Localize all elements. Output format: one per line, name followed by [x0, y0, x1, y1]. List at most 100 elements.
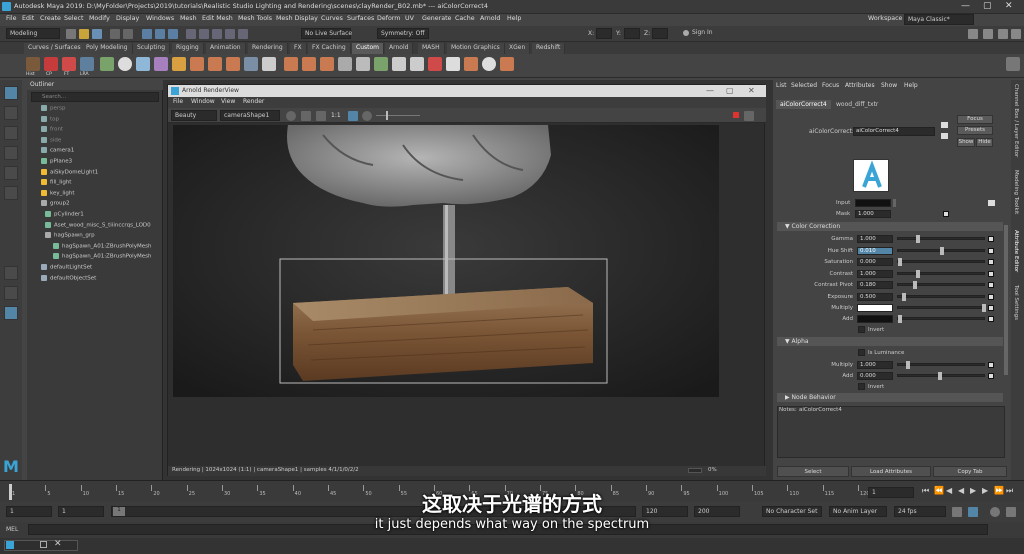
outliner-item[interactable]: key_light: [41, 189, 75, 196]
shelf-tool-4-icon[interactable]: [190, 57, 204, 71]
outliner-item[interactable]: hagSpawn_grp: [45, 232, 95, 239]
select-tool-icon[interactable]: [4, 86, 18, 100]
outliner-menu[interactable]: Outliner: [27, 80, 163, 90]
scale-tool-icon[interactable]: [4, 186, 18, 200]
rotate-tool-icon[interactable]: [4, 166, 18, 180]
crop-icon[interactable]: [301, 111, 311, 121]
side-tab-tool-settings[interactable]: Tool Settings: [1013, 285, 1019, 320]
attr-tab-aicolorcorrect4[interactable]: aiColorCorrect4: [776, 100, 831, 109]
attribute-editor-toggle-icon[interactable]: [998, 29, 1008, 39]
shelf-tab-rendering[interactable]: Rendering: [248, 43, 288, 54]
outliner-item[interactable]: pPlane3: [41, 158, 72, 165]
shelf-tab-curves-surfaces[interactable]: Curves / Surfaces: [24, 43, 86, 54]
z-field[interactable]: [652, 28, 668, 39]
workspace-dropdown[interactable]: Maya Classic*: [904, 14, 974, 25]
stop-render-icon[interactable]: [733, 112, 739, 118]
rv-menu-render[interactable]: Render: [243, 98, 264, 105]
cc-field-slider[interactable]: [897, 281, 985, 290]
shelf-tab-redshift[interactable]: Redshift: [532, 43, 566, 54]
layout-four-icon[interactable]: [4, 286, 18, 300]
cc-field-map-icon[interactable]: [988, 236, 994, 242]
is-luminance-checkbox[interactable]: [858, 349, 865, 356]
shelf-tab-fx[interactable]: FX: [290, 43, 307, 54]
shelf-tool-13-icon[interactable]: [356, 57, 370, 71]
fit-icon[interactable]: [316, 111, 326, 121]
outliner-item[interactable]: pCylinder1: [45, 211, 84, 218]
outliner-item[interactable]: group2: [41, 200, 69, 207]
outliner-item[interactable]: hagSpawn_A01:ZBrushPolyMesh: [53, 253, 151, 260]
menu-create[interactable]: Create: [40, 15, 61, 22]
alpha-add-field[interactable]: 0.000: [857, 372, 893, 380]
shelf-tool-15-icon[interactable]: [392, 57, 406, 71]
multiply-slider-knob[interactable]: [982, 304, 986, 312]
cc-field-slider[interactable]: [897, 235, 985, 243]
select-object-icon[interactable]: [155, 29, 165, 39]
close-icon[interactable]: ✕: [1005, 1, 1013, 11]
outliner-item[interactable]: defaultLightSet: [41, 264, 92, 271]
snap-grid-icon[interactable]: [186, 29, 196, 39]
refresh-render-icon[interactable]: [286, 111, 296, 121]
cc-field-input[interactable]: 1.000: [857, 235, 893, 243]
redo-icon[interactable]: [123, 29, 133, 39]
alpha-add-slider-knob[interactable]: [938, 372, 942, 380]
cc-field-input[interactable]: 1.000: [857, 269, 893, 278]
menu-mesh[interactable]: Mesh: [180, 15, 197, 22]
attr-menu-help[interactable]: Help: [904, 82, 918, 89]
menu-mesh-display[interactable]: Mesh Display: [276, 15, 318, 22]
input-slider[interactable]: [893, 199, 896, 207]
cc-field-slider-knob[interactable]: [913, 281, 918, 290]
new-scene-icon[interactable]: [66, 29, 76, 39]
shelf-tab-rigging[interactable]: Rigging: [172, 43, 204, 54]
exposure-slider-handle[interactable]: [386, 111, 388, 120]
hide-button[interactable]: Hide: [976, 138, 993, 147]
ratio-label[interactable]: 1:1: [331, 112, 341, 119]
add-color-swatch[interactable]: [857, 315, 893, 323]
attr-menu-attributes[interactable]: Attributes: [845, 82, 875, 89]
rv-minimize-icon[interactable]: —: [706, 86, 714, 95]
cc-field-input[interactable]: 0.180: [857, 281, 893, 290]
alpha-multiply-map-icon[interactable]: [988, 362, 994, 368]
snap-view-icon[interactable]: [225, 29, 235, 39]
outliner-item[interactable]: fill_light: [41, 179, 71, 186]
input-color-swatch[interactable]: [855, 199, 891, 207]
shelf-tab-mash[interactable]: MASH: [418, 43, 445, 54]
invert-checkbox[interactable]: [858, 326, 865, 333]
paint-select-tool-icon[interactable]: [4, 126, 18, 140]
outliner-item[interactable]: camera1: [41, 147, 74, 154]
cc-field-slider-knob[interactable]: [916, 235, 921, 243]
live-surface-dropdown[interactable]: No Live Surface: [301, 28, 352, 39]
shelf-tab-fx-caching[interactable]: FX Caching: [308, 43, 351, 54]
tool-settings-toggle-icon[interactable]: [1011, 29, 1021, 39]
shelf-tab-custom[interactable]: Custom: [352, 43, 384, 54]
cc-field-input[interactable]: 0.500: [857, 293, 893, 301]
sign-in-button[interactable]: Sign In: [680, 28, 738, 39]
attr-menu-list[interactable]: List: [776, 82, 787, 89]
cc-field-map-icon[interactable]: [988, 294, 994, 300]
undo-icon[interactable]: [110, 29, 120, 39]
multiply-map-icon[interactable]: [988, 305, 994, 311]
menu-generate[interactable]: Generate: [422, 15, 451, 22]
attr-tab-wood-diff-txtr[interactable]: wood_diff_txtr: [832, 100, 882, 109]
output-connection-icon[interactable]: [941, 133, 948, 139]
outliner-item[interactable]: persp: [41, 105, 66, 112]
cc-field-slider-knob[interactable]: [898, 258, 902, 267]
menu-help[interactable]: Help: [507, 15, 521, 22]
alpha-multiply-slider-knob[interactable]: [906, 361, 910, 369]
outliner-item[interactable]: Aset_wood_misc_S_tiiinccrqs_LOD0: [45, 221, 151, 228]
menu-uv[interactable]: UV: [405, 15, 414, 22]
cc-field-slider[interactable]: [897, 269, 985, 278]
ft-button[interactable]: [62, 57, 76, 71]
cc-field-slider[interactable]: [897, 293, 985, 301]
menu-edit[interactable]: Edit: [22, 15, 34, 22]
outliner-item[interactable]: aiSkyDomeLight1: [41, 168, 98, 175]
menu-surfaces[interactable]: Surfaces: [347, 15, 374, 22]
snap-point-icon[interactable]: [212, 29, 222, 39]
side-tab-attribute-editor[interactable]: Attribute Editor: [1013, 230, 1019, 272]
shelf-tool-8-icon[interactable]: [262, 57, 276, 71]
shelf-tool-18-icon[interactable]: [446, 57, 460, 71]
open-scene-icon[interactable]: [79, 29, 89, 39]
shelf-settings-icon[interactable]: [1006, 57, 1020, 71]
camera-dropdown[interactable]: cameraShape1: [220, 110, 280, 121]
cc-field-slider[interactable]: [897, 246, 985, 255]
outliner-item[interactable]: side: [41, 136, 61, 143]
